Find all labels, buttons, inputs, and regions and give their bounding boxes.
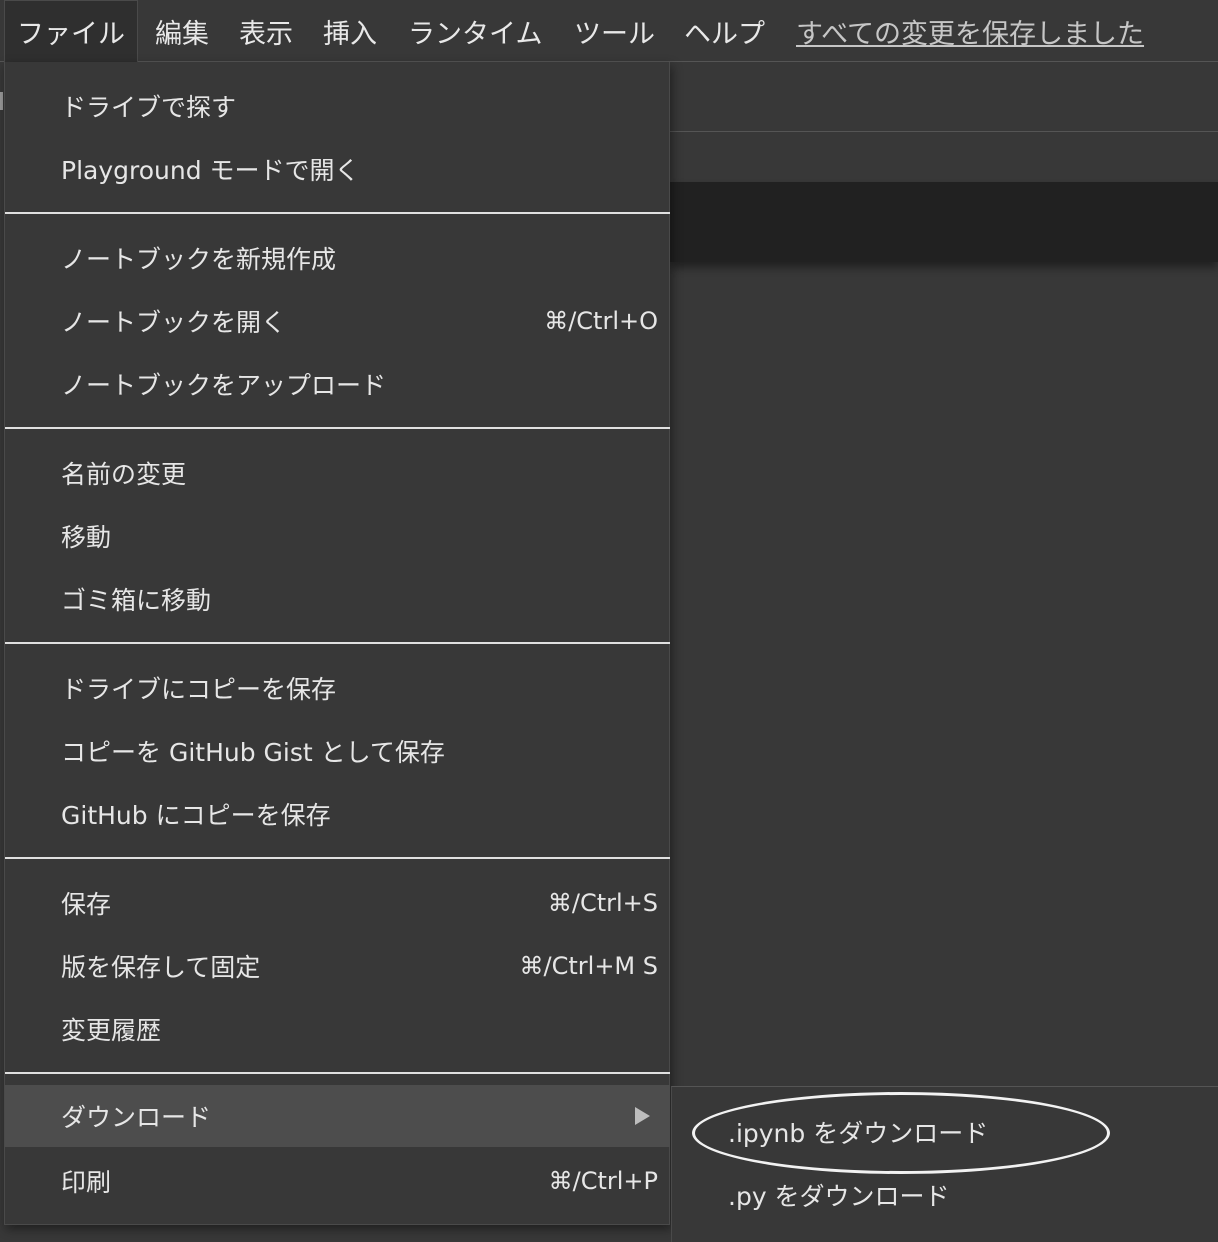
submenu-item-download-ipynb[interactable]: .ipynb をダウンロード (672, 1101, 1218, 1163)
menu-item-new-notebook[interactable]: ノートブックを新規作成 (5, 226, 670, 289)
menu-item-label: 印刷 (61, 1167, 112, 1197)
menu-edit[interactable]: 編集 (155, 0, 209, 62)
download-submenu: .ipynb をダウンロード .py をダウンロード (671, 1086, 1218, 1242)
menu-tools[interactable]: ツール (574, 0, 655, 62)
menu-item-shortcut: ⌘/Ctrl+S (547, 888, 658, 917)
menu-separator (5, 1072, 670, 1074)
menu-item-print[interactable]: 印刷 ⌘/Ctrl+P (5, 1149, 670, 1212)
menu-file[interactable]: ファイル (4, 0, 138, 62)
menu-item-label: 保存 (61, 889, 112, 919)
background-toolbar (670, 62, 1218, 132)
menu-item-shortcut: ⌘/Ctrl+M S (519, 951, 658, 980)
menu-item-label: ノートブックを新規作成 (61, 244, 337, 274)
menu-separator (5, 427, 670, 429)
menu-item-label: Playground モードで開く (61, 155, 360, 185)
background-cell-area (670, 182, 1218, 262)
submenu-item-label: .ipynb をダウンロード (728, 1119, 989, 1148)
menu-item-label: ノートブックを開く (61, 307, 287, 337)
menu-item-save-copy-gist[interactable]: コピーを GitHub Gist として保存 (5, 719, 670, 782)
submenu-item-download-py[interactable]: .py をダウンロード (672, 1164, 1218, 1226)
menu-item-shortcut: ⌘/Ctrl+O (544, 306, 658, 335)
menu-item-label: ドライブで探す (61, 92, 237, 122)
menu-insert[interactable]: 挿入 (323, 0, 377, 62)
menu-separator (5, 212, 670, 214)
menu-item-label: ダウンロード (61, 1103, 212, 1132)
submenu-item-label: .py をダウンロード (728, 1182, 950, 1211)
menu-item-label: 移動 (61, 522, 112, 552)
menu-item-save-copy-github[interactable]: GitHub にコピーを保存 (5, 782, 670, 845)
menu-item-save[interactable]: 保存 ⌘/Ctrl+S (5, 871, 670, 934)
menu-item-label: 名前の変更 (61, 459, 187, 489)
menu-item-save-copy-drive[interactable]: ドライブにコピーを保存 (5, 656, 670, 719)
colab-page: ファイル 編集 表示 挿入 ランタイム ツール ヘルプ すべての変更を保存しまし… (0, 0, 1218, 1242)
menu-item-label: コピーを GitHub Gist として保存 (61, 737, 445, 767)
menu-item-label: ゴミ箱に移動 (61, 585, 212, 615)
menu-item-label: GitHub にコピーを保存 (61, 800, 331, 830)
menu-separator (5, 857, 670, 859)
menu-item-label: ノートブックをアップロード (61, 370, 387, 400)
menu-separator (5, 642, 670, 644)
submenu-arrow-icon (635, 1107, 650, 1125)
menu-item-upload-notebook[interactable]: ノートブックをアップロード (5, 352, 670, 415)
menu-item-download[interactable]: ダウンロード (5, 1085, 670, 1147)
menu-view[interactable]: 表示 (239, 0, 293, 62)
menu-runtime[interactable]: ランタイム (408, 0, 542, 62)
menu-item-label: 版を保存して固定 (61, 952, 261, 982)
menu-item-label: ドライブにコピーを保存 (61, 674, 337, 704)
menu-item-move[interactable]: 移動 (5, 504, 670, 567)
menu-item-move-to-trash[interactable]: ゴミ箱に移動 (5, 567, 670, 630)
left-edge-mark (0, 92, 3, 110)
menu-item-shortcut: ⌘/Ctrl+P (548, 1166, 658, 1195)
menu-item-label: 変更履歴 (61, 1015, 162, 1045)
menu-item-open-playground[interactable]: Playground モードで開く (5, 137, 670, 200)
menu-help[interactable]: ヘルプ (684, 0, 765, 62)
save-status-link[interactable]: すべての変更を保存しました (796, 0, 1144, 62)
menu-item-save-and-pin-revision[interactable]: 版を保存して固定 ⌘/Ctrl+M S (5, 934, 670, 997)
file-menu-dropdown: ドライブで探す Playground モードで開く ノートブックを新規作成 ノー… (4, 62, 670, 1225)
menu-item-rename[interactable]: 名前の変更 (5, 441, 670, 504)
menubar: ファイル 編集 表示 挿入 ランタイム ツール ヘルプ すべての変更を保存しまし… (0, 0, 1218, 62)
menu-item-revision-history[interactable]: 変更履歴 (5, 997, 670, 1060)
menu-item-locate-in-drive[interactable]: ドライブで探す (5, 74, 670, 137)
menu-item-open-notebook[interactable]: ノートブックを開く ⌘/Ctrl+O (5, 289, 670, 352)
